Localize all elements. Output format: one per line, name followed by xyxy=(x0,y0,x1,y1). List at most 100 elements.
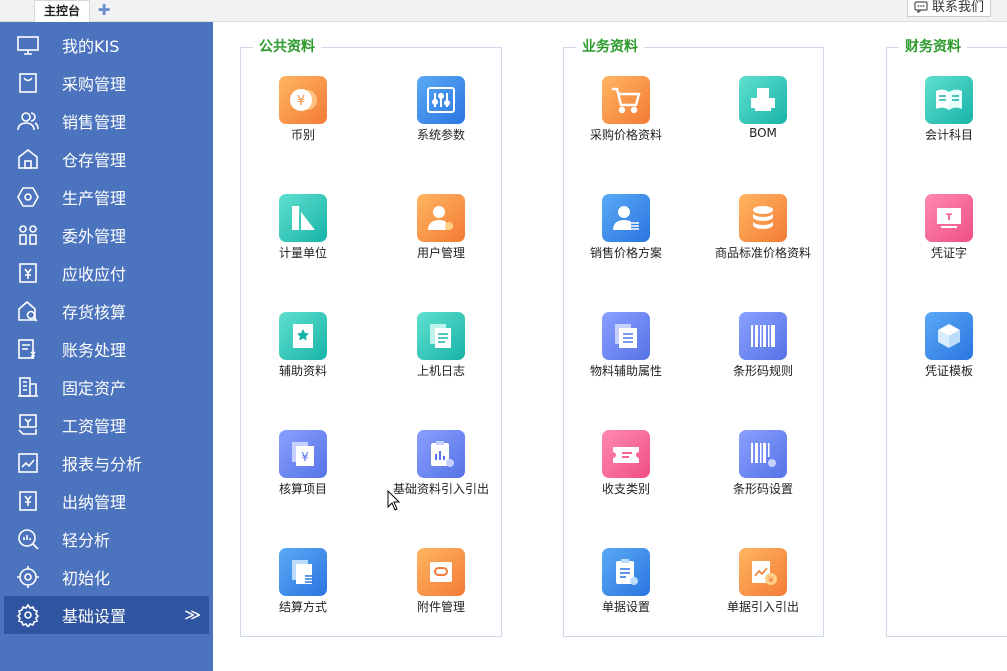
voucher-t-icon: T xyxy=(925,194,973,242)
item-label: 凭证字 xyxy=(930,246,967,260)
item-label: 条形码规则 xyxy=(732,364,793,378)
sidebar-item-cashier[interactable]: 出纳管理 xyxy=(0,482,213,520)
item-sales-price-plan[interactable]: 销售价格方案 xyxy=(566,194,686,261)
document-list-icon xyxy=(602,312,650,360)
sidebar-item-label: 仓存管理 xyxy=(62,151,127,170)
item-system-params[interactable]: 系统参数 xyxy=(381,76,501,143)
contact-us-button[interactable]: 联系我们 xyxy=(907,0,992,17)
salary-icon xyxy=(14,411,42,439)
gear-icon xyxy=(14,601,42,629)
sidebar-item-salary[interactable]: 工资管理 xyxy=(0,406,213,444)
item-document-import-export[interactable]: ¥ 单据引入引出 xyxy=(703,548,823,615)
item-label: 辅助资料 xyxy=(278,364,327,378)
item-user-management[interactable]: 用户管理 xyxy=(381,194,501,261)
mouse-cursor-icon xyxy=(387,490,401,511)
item-bom[interactable]: BOM xyxy=(703,76,823,140)
item-voucher-word[interactable]: T 凭证字 xyxy=(889,194,1007,261)
production-icon xyxy=(14,183,42,211)
item-label: BOM xyxy=(749,126,777,140)
sidebar-item-label: 基础设置 xyxy=(62,607,127,626)
cube-icon xyxy=(925,312,973,360)
tab-bar: 主控台 ✚ 联系我们 xyxy=(0,0,1007,22)
item-material-attribute[interactable]: 物料辅助属性 xyxy=(566,312,686,379)
sidebar-item-outsource[interactable]: 委外管理 xyxy=(0,216,213,254)
sidebar-item-label: 我的KIS xyxy=(62,37,120,56)
item-standard-price[interactable]: 商品标准价格资料 xyxy=(703,194,823,261)
item-document-settings[interactable]: 单据设置 xyxy=(566,548,686,615)
item-settlement-method[interactable]: 结算方式 xyxy=(243,548,363,615)
item-basic-import-export[interactable]: 基础资料引入引出 xyxy=(381,430,501,497)
item-accounting-item[interactable]: ¥ 核算项目 xyxy=(243,430,363,497)
clipboard-gear-icon xyxy=(602,548,650,596)
item-purchase-price[interactable]: 采购价格资料 xyxy=(566,76,686,143)
report-yen-icon: ¥ xyxy=(739,548,787,596)
item-voucher-template[interactable]: 凭证模板 xyxy=(889,312,1007,379)
sidebar-item-label: 工资管理 xyxy=(62,417,127,436)
item-label: 单据设置 xyxy=(601,600,650,614)
sidebar-item-label: 生产管理 xyxy=(62,189,127,208)
sidebar-item-basic-settings[interactable]: 基础设置 ≫ xyxy=(4,596,209,634)
sidebar-item-initialize[interactable]: 初始化 xyxy=(0,558,213,596)
item-label: 收支类别 xyxy=(601,482,650,496)
sidebar-item-label: 账务处理 xyxy=(62,341,127,360)
chart-icon xyxy=(14,449,42,477)
item-label: 系统参数 xyxy=(416,128,465,142)
contact-us-label: 联系我们 xyxy=(932,0,985,15)
sidebar-item-label: 委外管理 xyxy=(62,227,127,246)
user-list-icon xyxy=(602,194,650,242)
printer-icon xyxy=(739,76,787,124)
item-label: 商品标准价格资料 xyxy=(714,246,811,260)
item-attachment-management[interactable]: 附件管理 xyxy=(381,548,501,615)
barcode-settings-icon xyxy=(739,430,787,478)
receivable-icon xyxy=(14,259,42,287)
item-label: 采购价格资料 xyxy=(589,128,662,142)
group-title-public: 公共资料 xyxy=(253,38,321,56)
add-tab-icon[interactable]: ✚ xyxy=(93,2,115,20)
sidebar-item-production[interactable]: 生产管理 xyxy=(0,178,213,216)
barcode-icon xyxy=(739,312,787,360)
chat-icon xyxy=(914,1,928,14)
sidebar-item-label: 应收应付 xyxy=(62,265,127,284)
item-label: 单据引入引出 xyxy=(726,600,799,614)
sidebar-item-purchase[interactable]: 采购管理 xyxy=(0,64,213,102)
tab-main-console[interactable]: 主控台 xyxy=(34,0,90,22)
coin-icon: ¥ xyxy=(279,76,327,124)
user-settings-icon xyxy=(417,194,465,242)
sidebar-item-label: 固定资产 xyxy=(62,379,127,398)
sidebar-item-light-analysis[interactable]: 轻分析 xyxy=(0,520,213,558)
sidebar-item-sales[interactable]: 销售管理 xyxy=(0,102,213,140)
sidebar-item-my-kis[interactable]: 我的KIS xyxy=(0,26,213,64)
item-chart-of-accounts[interactable]: 会计科目 xyxy=(889,76,1007,143)
init-icon xyxy=(14,563,42,591)
sidebar-item-receivable[interactable]: 应收应付 xyxy=(0,254,213,292)
analysis-icon xyxy=(14,525,42,553)
card-stack-icon xyxy=(279,548,327,596)
sidebar-item-fixed-assets[interactable]: 固定资产 xyxy=(0,368,213,406)
sidebar-item-label: 销售管理 xyxy=(62,113,127,132)
ruler-icon xyxy=(279,194,327,242)
sidebar-item-reports[interactable]: 报表与分析 xyxy=(0,444,213,482)
item-income-expense-type[interactable]: 收支类别 xyxy=(566,430,686,497)
database-icon xyxy=(739,194,787,242)
warehouse-icon xyxy=(14,145,42,173)
sidebar-item-inventory[interactable]: 存货核算 xyxy=(0,292,213,330)
sidebar-item-warehouse[interactable]: 仓存管理 xyxy=(0,140,213,178)
cart-icon xyxy=(602,76,650,124)
item-login-log[interactable]: 上机日志 xyxy=(381,312,501,379)
group-title-finance: 财务资料 xyxy=(899,38,967,56)
item-barcode-settings[interactable]: 条形码设置 xyxy=(703,430,823,497)
open-book-icon xyxy=(925,76,973,124)
sidebar-item-accounting[interactable]: 账务处理 xyxy=(0,330,213,368)
item-label: 结算方式 xyxy=(278,600,327,614)
item-unit[interactable]: 计量单位 xyxy=(243,194,363,261)
item-barcode-rule[interactable]: 条形码规则 xyxy=(703,312,823,379)
group-public-data: 公共资料 ¥ 币别 系统参数 计量单位 用户管理 辅助资料 上机日志 ¥ 核算项目 … xyxy=(240,38,502,637)
yen-card-icon: ¥ xyxy=(279,430,327,478)
item-auxiliary-data[interactable]: 辅助资料 xyxy=(243,312,363,379)
item-currency[interactable]: ¥ 币别 xyxy=(243,76,363,143)
svg-text:¥: ¥ xyxy=(297,94,305,109)
double-chevron-right-icon[interactable]: ≫ xyxy=(184,605,201,624)
users-icon xyxy=(14,107,42,135)
sidebar-item-label: 存货核算 xyxy=(62,303,127,322)
item-label: 物料辅助属性 xyxy=(589,364,662,378)
